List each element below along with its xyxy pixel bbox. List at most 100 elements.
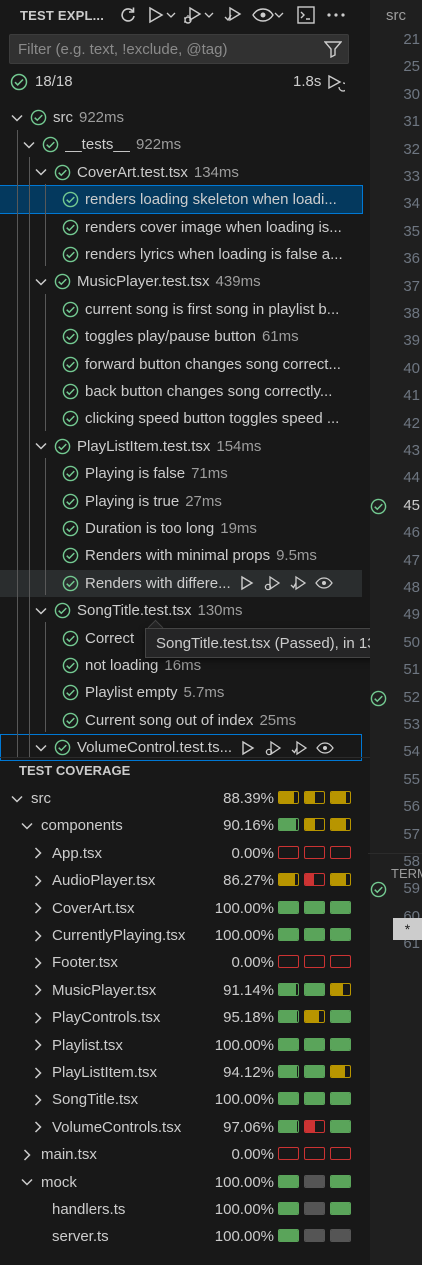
- coverage-item[interactable]: CoverArt.tsx 100.00%: [0, 895, 370, 922]
- test-item[interactable]: back button changes song correctly...: [0, 378, 362, 405]
- line-number[interactable]: 39: [380, 332, 420, 349]
- chevron-right-icon[interactable]: [31, 1038, 45, 1052]
- chevron-right-icon[interactable]: [31, 874, 45, 888]
- run-icon[interactable]: [146, 5, 166, 25]
- coverage-item[interactable]: PlayListItem.tsx 94.12%: [0, 1059, 370, 1086]
- chevron-right-icon[interactable]: [31, 1066, 45, 1080]
- line-number[interactable]: 41: [380, 387, 420, 404]
- debug-icon[interactable]: [263, 575, 281, 591]
- coverage-run-icon[interactable]: [289, 575, 307, 591]
- coverage-item[interactable]: VolumeControls.tsx 97.06%: [0, 1114, 370, 1141]
- watch-icon[interactable]: [252, 7, 274, 23]
- coverage-item[interactable]: server.ts 100.00%: [0, 1223, 370, 1250]
- terminal-tab[interactable]: TERM: [391, 866, 422, 881]
- run-icon[interactable]: [240, 740, 256, 756]
- debug-icon[interactable]: [264, 740, 282, 756]
- chevron-down-icon[interactable]: [274, 10, 284, 20]
- coverage-item[interactable]: CurrentlyPlaying.tsx 100.00%: [0, 922, 370, 949]
- test-file-item[interactable]: SongTitle.test.tsx 130ms: [0, 597, 362, 624]
- run-icon[interactable]: [239, 575, 255, 591]
- line-number[interactable]: 25: [380, 58, 420, 75]
- coverage-item[interactable]: SongTitle.tsx 100.00%: [0, 1086, 370, 1113]
- chevron-right-icon[interactable]: [31, 956, 45, 970]
- chevron-down-icon[interactable]: [34, 275, 48, 289]
- line-number[interactable]: 51: [380, 661, 420, 678]
- line-number[interactable]: 46: [380, 524, 420, 541]
- chevron-right-icon[interactable]: [31, 983, 45, 997]
- line-number[interactable]: 55: [380, 771, 420, 788]
- line-number[interactable]: 31: [380, 113, 420, 130]
- test-item[interactable]: clicking speed button toggles speed ...: [0, 405, 362, 432]
- coverage-item[interactable]: components 90.16%: [0, 812, 370, 839]
- pass-icon[interactable]: [370, 881, 387, 902]
- line-number[interactable]: 38: [380, 305, 420, 322]
- line-number[interactable]: 21: [380, 31, 420, 48]
- filter-icon[interactable]: [323, 40, 343, 62]
- test-item[interactable]: Playing is false 71ms: [0, 460, 362, 487]
- line-number[interactable]: 56: [380, 798, 420, 815]
- chevron-down-icon[interactable]: [20, 1175, 34, 1189]
- chevron-right-icon[interactable]: [31, 1093, 45, 1107]
- line-number[interactable]: 43: [380, 442, 420, 459]
- terminal-input-box[interactable]: *: [393, 918, 422, 940]
- test-file-item[interactable]: PlayListItem.test.tsx 154ms: [0, 433, 362, 460]
- chevron-down-icon[interactable]: [166, 10, 176, 20]
- chevron-down-icon[interactable]: [10, 111, 24, 125]
- refresh-icon[interactable]: [118, 5, 138, 25]
- test-item[interactable]: toggles play/pause button 61ms: [0, 323, 362, 350]
- chevron-right-icon[interactable]: [31, 929, 45, 943]
- chevron-down-icon[interactable]: [22, 138, 36, 152]
- terminal-icon[interactable]: [296, 5, 316, 25]
- line-number[interactable]: 32: [380, 141, 420, 158]
- line-number[interactable]: 40: [380, 360, 420, 377]
- watch-icon[interactable]: [316, 740, 334, 756]
- test-file-item[interactable]: MusicPlayer.test.tsx 439ms: [0, 268, 362, 295]
- line-number[interactable]: 44: [380, 469, 420, 486]
- coverage-item[interactable]: PlayControls.tsx 95.18%: [0, 1004, 370, 1031]
- coverage-item[interactable]: mock 100.00%: [0, 1169, 370, 1196]
- test-file-item[interactable]: CoverArt.test.tsx 134ms: [0, 159, 362, 186]
- test-item[interactable]: Playlist empty 5.7ms: [0, 679, 362, 706]
- chevron-down-icon[interactable]: [34, 741, 48, 755]
- coverage-item[interactable]: Footer.tsx 0.00%: [0, 949, 370, 976]
- line-number[interactable]: 30: [380, 86, 420, 103]
- test-folder-item[interactable]: __tests__ 922ms: [0, 131, 362, 158]
- chevron-right-icon[interactable]: [31, 1011, 45, 1025]
- breadcrumb[interactable]: src: [386, 7, 406, 24]
- line-number[interactable]: 50: [380, 634, 420, 651]
- line-number[interactable]: 53: [380, 716, 420, 733]
- line-number[interactable]: 48: [380, 579, 420, 596]
- pass-icon[interactable]: [370, 498, 387, 519]
- line-number[interactable]: 42: [380, 415, 420, 432]
- coverage-item[interactable]: MusicPlayer.tsx 91.14%: [0, 977, 370, 1004]
- line-number[interactable]: 33: [380, 168, 420, 185]
- test-item[interactable]: Duration is too long 19ms: [0, 515, 362, 542]
- test-item[interactable]: current song is first song in playlist b…: [0, 296, 362, 323]
- coverage-run-icon[interactable]: [222, 5, 244, 25]
- chevron-down-icon[interactable]: [34, 165, 48, 179]
- chevron-right-icon[interactable]: [31, 1120, 45, 1134]
- watch-icon[interactable]: [314, 575, 333, 591]
- debug-icon[interactable]: [182, 5, 204, 25]
- test-item[interactable]: forward button changes song correct...: [0, 351, 362, 378]
- line-number[interactable]: 37: [380, 278, 420, 295]
- test-item[interactable]: Current song out of index 25ms: [0, 707, 362, 734]
- line-number[interactable]: 34: [380, 195, 420, 212]
- test-folder-item[interactable]: src 922ms: [0, 104, 362, 131]
- chevron-right-icon[interactable]: [20, 1148, 34, 1162]
- test-item[interactable]: Renders with minimal props 9.5ms: [0, 542, 362, 569]
- line-number[interactable]: 35: [380, 223, 420, 240]
- pass-icon[interactable]: [370, 690, 387, 711]
- chevron-right-icon[interactable]: [31, 846, 45, 860]
- chevron-down-icon[interactable]: [34, 439, 48, 453]
- line-number[interactable]: 49: [380, 606, 420, 623]
- coverage-item[interactable]: src 88.39%: [0, 785, 370, 812]
- test-item[interactable]: renders lyrics when loading is false a..…: [0, 241, 362, 268]
- chevron-down-icon[interactable]: [10, 792, 24, 806]
- chevron-down-icon[interactable]: [204, 10, 214, 20]
- line-number[interactable]: 54: [380, 743, 420, 760]
- coverage-item[interactable]: Playlist.tsx 100.00%: [0, 1032, 370, 1059]
- coverage-item[interactable]: App.tsx 0.00%: [0, 840, 370, 867]
- coverage-run-icon[interactable]: [290, 740, 308, 756]
- chevron-right-icon[interactable]: [31, 901, 45, 915]
